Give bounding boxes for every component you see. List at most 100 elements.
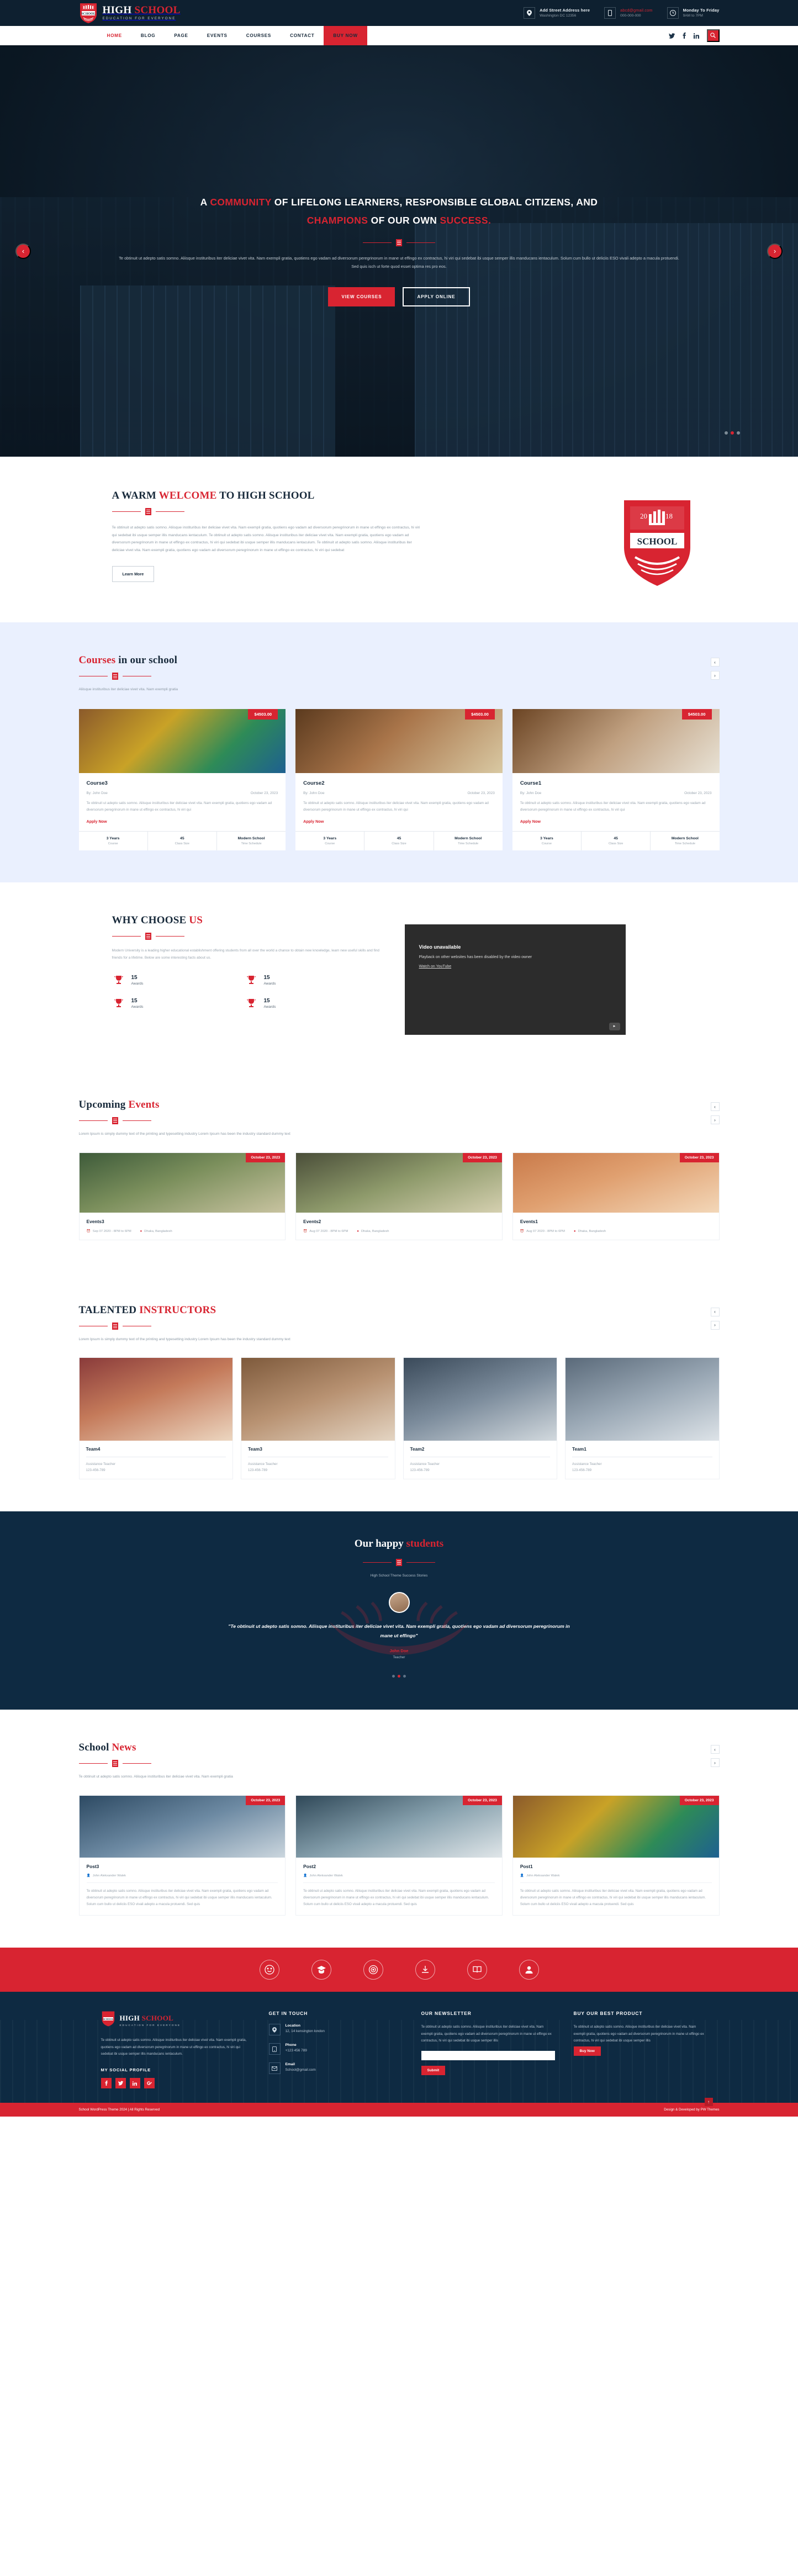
instructor-card[interactable]: Team2 Assistance Teacher 123-456-789 [403,1357,557,1480]
nav-item-home[interactable]: HOME [98,26,131,45]
hero-dots[interactable] [725,431,740,435]
site-logo[interactable]: SCHOOL HIGH SCHOOL EDUCATION FOR EVERYON… [79,2,181,24]
news-card[interactable]: October 23, 2023 Post2 👤 John Alekxander … [295,1795,503,1916]
apply-now-link[interactable]: Apply Now [520,819,541,824]
courses-grid: $4503.00 Course3 By: John Doe October 23… [78,708,720,851]
linkedin-icon[interactable] [693,33,699,39]
award-label: Awards [263,1005,276,1009]
award-number: 15 [263,975,270,981]
apply-now-link[interactable]: Apply Now [87,819,107,824]
newsletter-submit-button[interactable]: Submit [421,2066,446,2076]
event-card[interactable]: October 23, 2023 Events3 ⏰ Sep 07 2020 - … [78,1152,286,1240]
hero-next-arrow[interactable]: › [767,243,783,259]
nav-item-courses[interactable]: COURSES [237,26,281,45]
news-next-arrow[interactable]: › [710,1758,720,1768]
top-contact-email[interactable]: abcd@gmail.com 000-000-000 [604,7,652,19]
view-courses-button[interactable]: VIEW COURSES [328,287,395,306]
user-icon: 👤 [86,1874,91,1877]
news-prev-arrow[interactable]: ‹ [710,1745,720,1754]
event-name: Events1 [520,1218,538,1224]
apply-online-button[interactable]: APPLY ONLINE [403,287,470,306]
email-line1: abcd@gmail.com [620,7,653,13]
youtube-icon[interactable]: ► [609,1023,620,1031]
instructor-phone: 123-456-789 [86,1468,105,1473]
footer-buy-now-button[interactable]: Buy Now [573,2046,601,2056]
smile-icon[interactable] [259,1960,279,1980]
news-card[interactable]: October 23, 2023 Post1 👤 John Alekxander … [512,1795,720,1916]
facebook-icon[interactable] [683,33,686,39]
testimonial-dot-2[interactable] [398,1675,400,1678]
trophy-icon [112,974,125,987]
course-card[interactable]: $4503.00 Course3 By: John Doe October 23… [78,708,286,851]
divider-line-left [363,1562,392,1563]
hero-dot-2[interactable] [731,431,734,435]
news-grid: October 23, 2023 Post3 👤 John Alekxander … [78,1795,720,1916]
hero-dot-3[interactable] [737,431,740,435]
search-button[interactable] [706,29,720,42]
apply-now-link[interactable]: Apply Now [303,819,324,824]
back-to-top-button[interactable]: ↑ [704,2098,713,2107]
news-date-badge: October 23, 2023 [246,1795,286,1805]
hero-prev-arrow[interactable]: ‹ [15,243,31,259]
twitter-icon[interactable] [668,33,675,39]
event-name: Events2 [303,1218,321,1224]
course-card[interactable]: $4503.00 Course1 By: John Doe October 23… [512,708,720,851]
graduation-cap-icon[interactable] [311,1960,331,1980]
divider-line-right [122,1120,151,1122]
hero-headline-line2: CHAMPIONS OF OUR OWN SUCCESS. [307,215,491,226]
buy-now-button[interactable]: BUY NOW [324,26,367,45]
hero-dot-1[interactable] [725,431,728,435]
news-thumbnail: October 23, 2023 [296,1795,502,1858]
linkedin-icon[interactable] [129,2078,140,2089]
footer-social-links [101,2078,250,2089]
courses-prev-arrow[interactable]: ‹ [710,658,720,667]
events-prev-arrow[interactable]: ‹ [710,1102,720,1112]
testimonial-dot-3[interactable] [403,1675,406,1678]
event-place: ● Dhaka, Bangladesh [357,1229,389,1233]
testimonial-dots[interactable] [0,1675,798,1678]
book-icon [112,1117,118,1125]
facebook-icon[interactable] [101,2078,112,2089]
email-line2: 000-000-000 [620,13,641,18]
nav-item-page[interactable]: PAGE [165,26,197,45]
event-name: Events3 [86,1218,104,1224]
event-card[interactable]: October 23, 2023 Events2 ⏰ Aug 07 2020 - … [295,1152,503,1240]
newsletter-email-input[interactable] [421,2051,555,2061]
award-label: Awards [131,1005,144,1009]
instructor-card[interactable]: Team4 Assistance Teacher 123-456-789 [78,1357,233,1480]
news-card[interactable]: October 23, 2023 Post3 👤 John Alekxander … [78,1795,286,1916]
event-thumbnail: October 23, 2023 [512,1152,719,1213]
nav-item-contact[interactable]: CONTACT [281,26,324,45]
learn-more-button[interactable]: Learn More [112,566,155,583]
events-next-arrow[interactable]: › [710,1115,720,1125]
stat-value: Modern School [237,837,265,841]
event-card[interactable]: October 23, 2023 Events1 ⏰ Aug 07 2020 - … [512,1152,720,1240]
instructor-phone: 123-456-789 [410,1468,430,1473]
download-icon[interactable] [415,1960,435,1980]
courses-next-arrow[interactable]: › [710,671,720,680]
book-icon [145,933,151,940]
welcome-title: A WARM WELCOME TO HIGH SCHOOL [112,490,421,502]
instructors-next-arrow[interactable]: › [710,1320,720,1330]
course-card[interactable]: $4503.00 Course2 By: John Doe October 23… [295,708,503,851]
video-player[interactable]: Video unavailable Playback on other webs… [404,924,626,1035]
user-icon[interactable] [519,1960,539,1980]
nav-item-events[interactable]: EVENTS [198,26,237,45]
target-icon[interactable] [363,1960,383,1980]
google-plus-icon[interactable] [144,2078,155,2089]
site-footer: SCHOOL HIGH SCHOOL EDUCATION FOR EVERYON… [0,1992,798,2103]
courses-section: ‹ › Courses in our school Aliisque insti… [0,622,798,883]
watch-on-youtube-link[interactable]: Watch on YouTube [419,965,452,969]
book-icon[interactable] [467,1960,487,1980]
nav-item-blog[interactable]: BLOG [131,26,165,45]
instructor-card[interactable]: Team1 Assistance Teacher 123-456-789 [565,1357,720,1480]
instructor-name: Team3 [248,1446,262,1452]
testimonial-dot-1[interactable] [392,1675,395,1678]
footer-logo[interactable]: SCHOOL HIGH SCHOOL EDUCATION FOR EVERYON… [101,2011,250,2030]
course-description: Te obtinuit ut adepto satis somno. Aliis… [86,801,272,812]
instructors-prev-arrow[interactable]: ‹ [710,1307,720,1316]
course-stat: 45 Class Size [364,832,433,851]
book-icon [112,673,118,680]
twitter-icon[interactable] [115,2078,126,2089]
instructor-card[interactable]: Team3 Assistance Teacher 123-456-789 [241,1357,395,1480]
